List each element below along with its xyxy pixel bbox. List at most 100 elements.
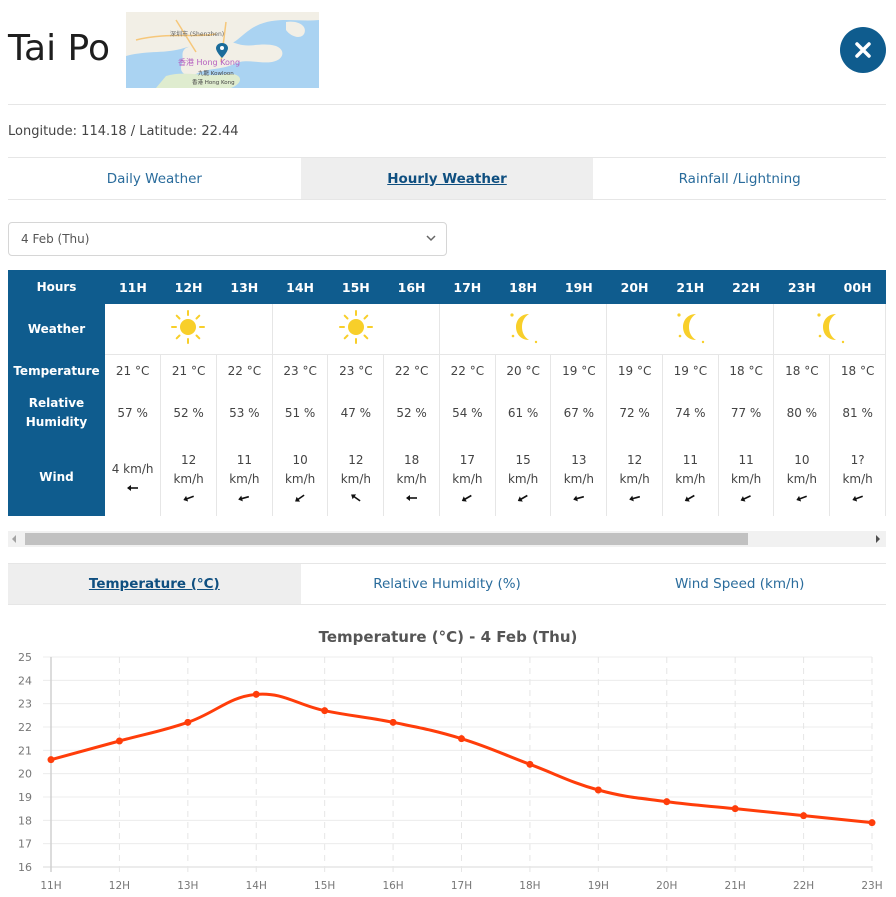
hour-header: 21H <box>662 270 719 304</box>
hour-header: 14H <box>272 270 328 304</box>
humidity-cell: 47 % <box>327 388 385 438</box>
hour-header: 22H <box>718 270 774 304</box>
scroll-right-arrow-icon[interactable] <box>876 535 880 543</box>
hourly-weather-table: Hours 11H 12H 13H 14H 15H 16H 17H 18H 19H 20H 21H 2… <box>8 270 886 516</box>
wind-speed: 11 km/h <box>675 452 706 486</box>
hour-header: 23H <box>773 270 830 304</box>
temperature-data-point[interactable] <box>868 819 876 827</box>
tab-temperature[interactable]: Temperature (°C) <box>8 564 301 604</box>
weather-icon-cell <box>105 304 273 355</box>
coordinates-text: Longitude: 114.18 / Latitude: 22.44 <box>8 124 239 139</box>
location-map-thumbnail[interactable]: 深圳市 (Shenzhen) 香港 Hong Kong 九龍 Kowloon 香… <box>126 12 319 88</box>
tab-daily-weather[interactable]: Daily Weather <box>8 158 301 199</box>
temperature-data-point[interactable] <box>47 756 55 764</box>
wind-direction-arrow-icon <box>182 495 194 502</box>
wind-cell: 12 km/h <box>327 438 385 516</box>
wind-cell: 12 km/h <box>606 438 663 516</box>
temperature-data-point[interactable] <box>731 805 739 813</box>
date-select[interactable]: 4 Feb (Thu) <box>8 222 447 256</box>
temperature-cell: 18 °C <box>773 354 831 388</box>
wind-direction-arrow-icon <box>851 495 863 502</box>
hour-header: 20H <box>606 270 663 304</box>
wind-cell: 10 km/h <box>272 438 329 516</box>
moon-icon <box>677 313 705 344</box>
temperature-data-point[interactable] <box>389 718 397 726</box>
wind-speed: 11 km/h <box>229 452 260 486</box>
weather-icon-cell <box>606 304 775 355</box>
temperature-data-point[interactable] <box>594 786 602 794</box>
x-tick-label: 20H <box>656 880 677 892</box>
humidity-cell: 51 % <box>272 388 329 438</box>
temperature-cell: 23 °C <box>272 354 329 388</box>
wind-speed: 12 km/h <box>340 452 371 486</box>
temperature-cell: 20 °C <box>495 354 552 388</box>
map-label-shenzhen: 深圳市 (Shenzhen) <box>170 30 224 38</box>
temperature-cell: 21 °C <box>105 354 162 388</box>
table-horizontal-scrollbar[interactable] <box>8 531 886 547</box>
temperature-data-point[interactable] <box>458 735 465 743</box>
moon-icon <box>510 313 538 344</box>
x-tick-label: 22H <box>793 880 814 892</box>
x-tick-label: 23H <box>861 880 882 892</box>
temperature-data-point[interactable] <box>800 812 808 820</box>
y-tick-label: 22 <box>18 721 32 734</box>
y-tick-label: 16 <box>18 861 32 874</box>
temperature-data-point[interactable] <box>663 798 671 806</box>
wind-direction-arrow-icon <box>685 494 696 502</box>
location-title: Tai Po <box>8 28 110 69</box>
weather-icon-cell <box>439 304 608 355</box>
temperature-cell: 19 °C <box>662 354 719 388</box>
humidity-cell: 77 % <box>718 388 775 438</box>
temperature-cell: 18 °C <box>718 354 775 388</box>
wind-speed: 17 km/h <box>452 452 483 486</box>
hour-header: 18H <box>495 270 551 304</box>
header-divider <box>8 104 886 105</box>
row-header-hours: Hours <box>8 270 106 304</box>
weather-table: Hours 11H 12H 13H 14H 15H 16H 17H 18H 19H 20H 21H 2… <box>8 270 886 516</box>
wind-cell: 13 km/h <box>550 438 608 516</box>
hour-header: 12H <box>160 270 217 304</box>
row-header-humidity: Relative Humidity <box>8 388 106 438</box>
tab-wind-speed[interactable]: Wind Speed (km/h) <box>593 564 886 604</box>
y-tick-label: 19 <box>18 791 32 804</box>
wind-direction-arrow-icon <box>350 494 361 502</box>
header: Tai Po 深圳市 (Shenzhen) 香港 Hong Kong 九龍 Ko… <box>0 0 896 104</box>
temperature-data-point[interactable] <box>115 737 123 745</box>
chevron-down-icon <box>426 235 436 242</box>
date-select-value: 4 Feb (Thu) <box>21 232 90 246</box>
wind-direction-arrow-icon <box>573 495 584 502</box>
temperature-cell: 21 °C <box>160 354 217 388</box>
x-tick-label: 17H <box>451 880 472 892</box>
y-tick-label: 20 <box>18 768 32 781</box>
tab-rainfall-lightning[interactable]: Rainfall /Lightning <box>593 158 886 199</box>
temperature-data-point[interactable] <box>184 718 192 726</box>
tab-relative-humidity[interactable]: Relative Humidity (%) <box>301 564 594 604</box>
scrollbar-thumb[interactable] <box>25 533 748 545</box>
row-header-temperature: Temperature <box>8 354 106 388</box>
wind-speed: 10 km/h <box>786 452 817 486</box>
x-tick-label: 21H <box>725 880 746 892</box>
wind-speed: 10 km/h <box>284 452 316 486</box>
wind-speed: 18 km/h <box>396 452 427 486</box>
humidity-cell: 67 % <box>550 388 608 438</box>
temperature-data-point[interactable] <box>321 707 329 715</box>
moon-icon <box>817 313 844 344</box>
humidity-cell: 53 % <box>216 388 273 438</box>
temperature-data-point[interactable] <box>252 690 260 698</box>
hour-header: 15H <box>327 270 384 304</box>
temperature-cell: 19 °C <box>550 354 608 388</box>
temperature-cell: 19 °C <box>606 354 663 388</box>
scroll-left-arrow-icon[interactable] <box>12 535 16 543</box>
sun-icon <box>171 310 206 345</box>
hour-header: 16H <box>383 270 440 304</box>
chart-title: Temperature (°C) - 4 Feb (Thu) <box>319 628 578 646</box>
y-tick-label: 23 <box>18 698 32 711</box>
x-tick-label: 12H <box>109 880 130 892</box>
tab-hourly-weather[interactable]: Hourly Weather <box>300 158 594 199</box>
hour-header: 19H <box>550 270 607 304</box>
hour-header: 13H <box>216 270 273 304</box>
wind-cell: 4 km/h <box>105 438 162 516</box>
close-button[interactable] <box>840 27 886 73</box>
temperature-data-point[interactable] <box>526 760 534 768</box>
weather-icon-cell <box>773 304 886 355</box>
